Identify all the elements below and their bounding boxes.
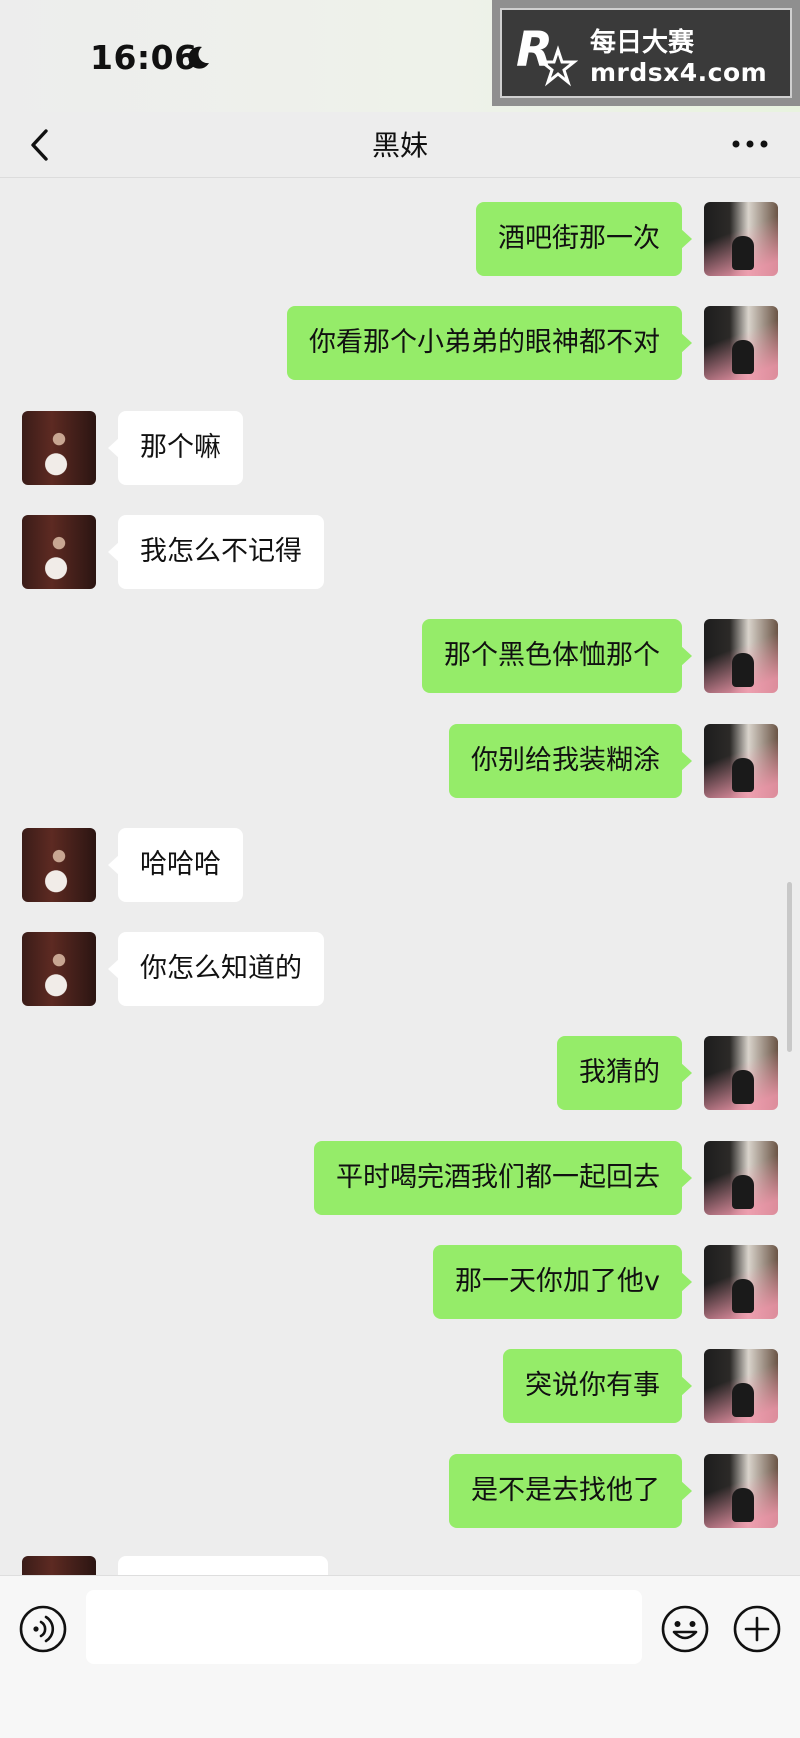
avatar[interactable] [704,1036,778,1110]
message-sent: 突说你有事 [0,1349,800,1423]
message-bubble[interactable]: 哈哈哈 [108,828,243,902]
scrollbar[interactable] [787,882,792,1052]
moon-icon [188,46,209,69]
message-sent: 酒吧街那一次 [0,202,800,276]
message-received: 哈哈哈 [0,828,800,902]
avatar[interactable] [704,306,778,380]
avatar[interactable] [704,202,778,276]
chat-area[interactable]: 酒吧街那一次 你看那个小弟弟的眼神都不对 那个嘛 我怎么不记得 那个黑色体恤那个… [0,178,800,1575]
message-received: 那个嘛 [0,411,800,485]
nav-bar: 黑妹 [0,112,800,178]
avatar[interactable] [704,1454,778,1528]
watermark: R 每日大赛 mrdsx4.com [492,0,800,106]
more-dots-icon[interactable] [730,134,770,154]
chat-title: 黑妹 [371,129,428,162]
message-bubble[interactable]: 酒吧街那一次 [476,202,692,276]
message-received: 我怎么不记得 [0,515,800,589]
r-star-logo: R [516,22,578,87]
message-sent: 你别给我装糊涂 [0,724,800,798]
message-bubble[interactable]: 我怎么不记得 [108,515,324,589]
voice-icon[interactable] [18,1604,68,1654]
status-time: 16:06 [90,38,198,77]
avatar[interactable] [704,1245,778,1319]
message-sent: 你看那个小弟弟的眼神都不对 [0,306,800,380]
message-sent: 是不是去找他了 [0,1454,800,1528]
message-received: 你怎么知道的 [0,932,800,1006]
message-bubble[interactable]: 突说你有事 [503,1349,692,1423]
watermark-title: 每日大赛 [590,28,695,58]
message-sent: 我猜的 [0,1036,800,1110]
avatar[interactable] [704,724,778,798]
avatar[interactable] [22,1556,96,1575]
message-bubble-partial[interactable] [118,1556,328,1575]
message-bubble[interactable]: 平时喝完酒我们都一起回去 [314,1141,692,1215]
message-bubble[interactable]: 我猜的 [557,1036,692,1110]
watermark-url: mrdsx4.com [590,58,768,87]
avatar[interactable] [704,1141,778,1215]
message-bubble[interactable]: 是不是去找他了 [449,1454,692,1528]
message-bubble[interactable]: 你别给我装糊涂 [449,724,692,798]
message-sent: 平时喝完酒我们都一起回去 [0,1141,800,1215]
message-sent: 那个黑色体恤那个 [0,619,800,693]
message-input[interactable] [86,1590,642,1664]
emoji-icon[interactable] [660,1604,710,1654]
message-bubble[interactable]: 那一天你加了他v [433,1245,692,1319]
svg-text:R: R [516,22,553,78]
avatar[interactable] [22,828,96,902]
avatar[interactable] [22,411,96,485]
message-bubble[interactable]: 那个黑色体恤那个 [422,619,692,693]
input-bar [0,1575,800,1738]
message-bubble[interactable]: 你看那个小弟弟的眼神都不对 [287,306,692,380]
avatar[interactable] [704,1349,778,1423]
plus-icon[interactable] [732,1604,782,1654]
message-bubble[interactable]: 那个嘛 [108,411,243,485]
message-bubble[interactable]: 你怎么知道的 [108,932,324,1006]
avatar[interactable] [22,932,96,1006]
message-sent: 那一天你加了他v [0,1245,800,1319]
avatar[interactable] [704,619,778,693]
avatar[interactable] [22,515,96,589]
